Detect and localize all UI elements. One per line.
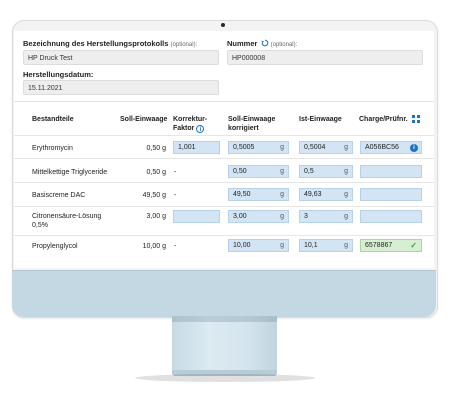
row-component-name: Basiscreme DAC (32, 192, 86, 199)
batch-input[interactable]: A056BC56 i (360, 141, 422, 154)
unit-label: g (280, 242, 284, 249)
header-correction-factor: Korrektur- Faktor i (173, 115, 207, 133)
protocol-label-text: Bezeichnung des Herstellungsprotokolls (23, 39, 169, 48)
target-corrected-value: 49,50 (233, 191, 251, 198)
row-separator (14, 158, 434, 159)
header-correction-factor-line2: Faktor (173, 125, 195, 132)
target-corrected-value: 0,5005 (233, 144, 255, 151)
header-batch: Charge/Prüfnr. (359, 116, 408, 123)
batch-input[interactable] (360, 210, 422, 223)
date-field[interactable]: 15.11.2021 (23, 80, 219, 95)
correction-factor-value: 1,001 (178, 144, 196, 151)
target-corrected-input[interactable]: 3,00 g (228, 210, 289, 223)
actual-weight-value: 0,5 (304, 168, 314, 175)
actual-weight-value: 3 (304, 213, 308, 220)
stand-shadow (172, 316, 277, 322)
batch-info-icon[interactable]: i (410, 144, 418, 152)
batch-input-verified[interactable]: 6578867 ✓ (360, 239, 422, 252)
unit-label: g (280, 191, 284, 198)
correction-factor-input[interactable]: 1,001 (173, 141, 220, 154)
unit-label: g (344, 191, 348, 198)
date-label: Herstellungsdatum: (23, 70, 94, 79)
protocol-name-value: HP Druck Test (28, 55, 73, 62)
protocol-label: Bezeichnung des Herstellungsprotokolls (… (23, 39, 197, 48)
actual-weight-input[interactable]: 10,1 g (299, 239, 353, 252)
header-target-corrected-line1: Soll-Einwaage (228, 116, 276, 123)
camera-icon (221, 23, 225, 27)
row-target-weight: 0,50 g (146, 145, 166, 152)
unit-label: g (280, 213, 284, 220)
floor-shadow (135, 374, 315, 382)
batch-input[interactable] (360, 165, 422, 178)
number-optional-text: (optional): (270, 42, 298, 48)
row-component-name-line2: 0,5% (32, 222, 48, 229)
header-target-corrected-line2: korrigiert (228, 125, 259, 132)
protocol-optional-text: (optional): (170, 42, 198, 48)
actual-weight-input[interactable]: 49,63 g (299, 188, 353, 201)
batch-input[interactable] (360, 188, 422, 201)
correction-factor-value: - (174, 169, 177, 176)
row-target-weight: 49,50 g (142, 192, 166, 199)
row-component-name: Propylenglycol (32, 243, 78, 250)
protocol-name-field[interactable]: HP Druck Test (23, 50, 219, 65)
header-target-corrected: Soll-Einwaage korrigiert (228, 115, 275, 133)
monitor-stand (172, 316, 277, 374)
unit-label: g (280, 168, 284, 175)
target-corrected-input[interactable]: 49,50 g (228, 188, 289, 201)
unit-label: g (344, 144, 348, 151)
row-separator (14, 135, 434, 136)
number-label-text: Nummer (227, 39, 258, 48)
row-separator (14, 182, 434, 183)
batch-value: A056BC56 (365, 144, 399, 151)
date-value: 15.11.2021 (28, 85, 63, 92)
row-component-name-line1: Citronensäure-Lösung (32, 213, 102, 220)
target-corrected-value: 3,00 (233, 213, 247, 220)
monitor-chin (12, 270, 436, 317)
unit-label: g (344, 242, 348, 249)
grid-icon[interactable] (412, 115, 420, 123)
correction-factor-value: - (174, 192, 177, 199)
header-component: Bestandteile (32, 116, 74, 123)
target-corrected-value: 0,50 (233, 168, 247, 175)
unit-label: g (344, 213, 348, 220)
target-corrected-input[interactable]: 0,5005 g (228, 141, 289, 154)
row-component-name: Citronensäure-Lösung 0,5% (32, 212, 101, 230)
actual-weight-value: 49,63 (304, 191, 322, 198)
batch-value: 6578867 (365, 242, 393, 249)
refresh-icon[interactable] (261, 39, 269, 47)
header-target-weight: Soll-Einwaage (120, 116, 168, 123)
actual-weight-input[interactable]: 0,5004 g (299, 141, 353, 154)
row-separator (14, 235, 434, 236)
actual-weight-value: 10,1 (304, 242, 318, 249)
unit-label: g (280, 144, 284, 151)
row-target-weight: 3,00 g (146, 213, 166, 220)
correction-factor-value: - (174, 243, 177, 250)
info-icon[interactable]: i (196, 125, 205, 133)
target-corrected-input[interactable]: 10,00 g (228, 239, 289, 252)
target-corrected-value: 10,00 (233, 242, 251, 249)
number-value: HP000008 (232, 55, 266, 62)
actual-weight-value: 0,5004 (304, 144, 326, 151)
actual-weight-input[interactable]: 0,5 g (299, 165, 353, 178)
header-correction-factor-line1: Korrektur- (173, 116, 208, 123)
number-label: Nummer (optional): (227, 39, 297, 48)
row-target-weight: 10,00 g (142, 243, 166, 250)
unit-label: g (344, 168, 348, 175)
actual-weight-input[interactable]: 3g (299, 210, 353, 223)
row-component-name: Mittelkettige Triglyceride (32, 169, 108, 176)
row-target-weight: 0,50 g (146, 169, 166, 176)
header-actual-weight: Ist-Einwaage (299, 116, 342, 123)
row-separator (14, 206, 434, 207)
correction-factor-input[interactable] (173, 210, 220, 223)
section-divider (14, 101, 434, 102)
target-corrected-input[interactable]: 0,50 g (228, 165, 289, 178)
row-component-name: Erythromycin (32, 145, 73, 152)
check-icon: ✓ (410, 241, 417, 250)
app-screen: Bezeichnung des Herstellungsprotokolls (… (14, 31, 434, 268)
number-field[interactable]: HP000008 (227, 50, 423, 65)
